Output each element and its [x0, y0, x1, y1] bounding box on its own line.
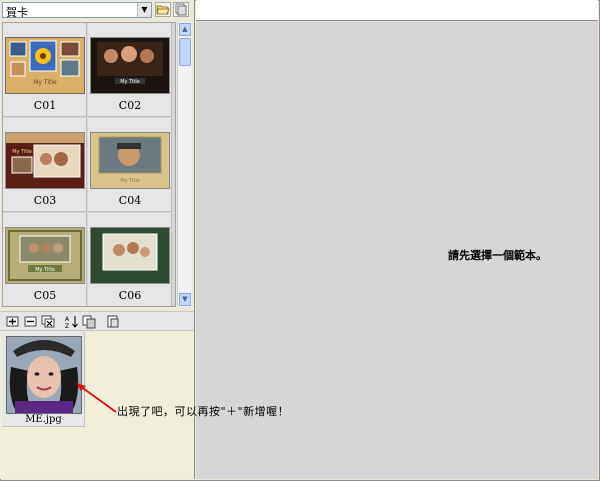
template-item[interactable]: My Title C01	[3, 23, 87, 117]
add-photo-icon[interactable]	[5, 314, 20, 329]
template-item[interactable]: C06	[88, 213, 172, 306]
template-title-text: My Title	[35, 267, 55, 273]
template-thumbnail[interactable]: My Title	[5, 132, 85, 189]
manage-templates-icon[interactable]	[173, 2, 189, 17]
remove-all-icon[interactable]	[41, 314, 56, 329]
preview-header	[196, 0, 598, 21]
template-thumbnail[interactable]: My Title	[5, 37, 85, 94]
template-item[interactable]: My Title C04	[88, 118, 172, 212]
template-item[interactable]: My Title C02	[88, 23, 172, 117]
scroll-up-icon[interactable]: ▲	[179, 23, 191, 36]
scrollbar-thumb[interactable]	[179, 38, 191, 66]
svg-text:A: A	[65, 316, 70, 323]
chevron-down-icon[interactable]: ▼	[137, 3, 151, 17]
template-title-text: My Title	[33, 79, 57, 86]
template-label: C05	[33, 289, 57, 302]
template-item[interactable]: My Title C05	[3, 213, 87, 306]
template-label: C04	[118, 194, 142, 207]
preview-message: 請先選擇一個範本。	[448, 249, 547, 262]
photo-toolbar: AZ	[0, 311, 194, 331]
annotation-arrow	[76, 383, 117, 413]
template-item[interactable]: My Title C03	[3, 118, 87, 212]
template-label: C06	[118, 289, 142, 302]
template-thumbnail[interactable]: My Title	[90, 132, 170, 189]
copy-icon[interactable]	[82, 314, 97, 329]
remove-photo-icon[interactable]	[23, 314, 38, 329]
category-value: 賀卡	[6, 6, 28, 19]
paste-icon[interactable]	[106, 314, 121, 329]
template-title-text: My Title	[12, 149, 32, 155]
scroll-down-icon[interactable]: ▼	[179, 293, 191, 306]
template-thumbnail[interactable]: My Title	[90, 37, 170, 94]
svg-text:Z: Z	[65, 323, 69, 329]
category-dropdown[interactable]: 賀卡 ▼	[2, 2, 152, 19]
template-thumbnail[interactable]: My Title	[5, 227, 85, 284]
folder-open-icon[interactable]	[155, 2, 171, 17]
template-label: C01	[33, 99, 57, 112]
template-label: C02	[118, 99, 142, 112]
template-scrollbar[interactable]: ▲ ▼	[177, 22, 192, 307]
template-thumbnail[interactable]	[90, 227, 170, 284]
template-title-text: My Title	[120, 79, 140, 85]
template-title-text: My Title	[120, 178, 140, 184]
sort-icon[interactable]: AZ	[64, 314, 79, 330]
template-label: C03	[33, 194, 57, 207]
template-grid[interactable]: My Title C01 My Title C02 My Title C03 M…	[2, 22, 176, 307]
annotation-text: 出現了吧，可以再按"＋"新增喔！	[117, 405, 290, 418]
